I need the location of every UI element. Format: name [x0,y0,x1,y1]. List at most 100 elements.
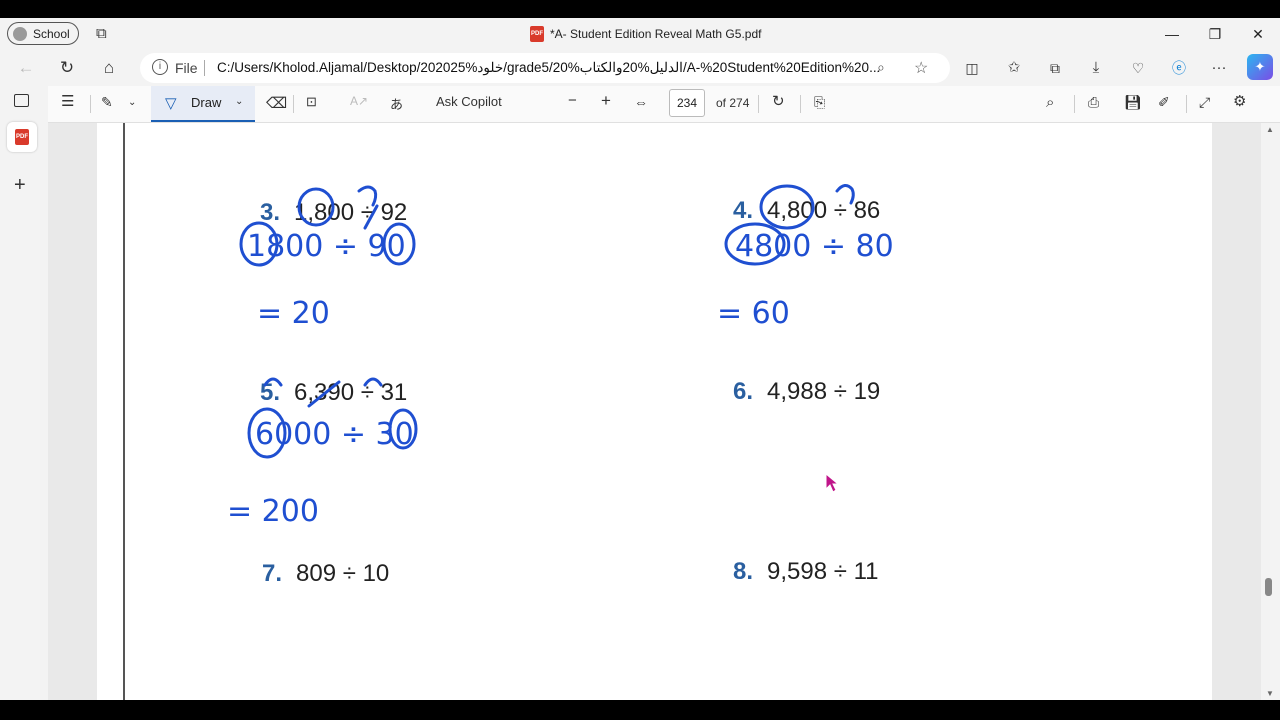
favorites-icon[interactable]: ✩ [1002,56,1026,80]
divider [758,95,759,113]
draw-button[interactable]: ▽ Draw ⌄ [151,86,255,122]
edge-icon[interactable]: ⓔ [1167,56,1191,80]
problem-expression: 4,800 ÷ 86 [767,197,881,224]
text-box-icon[interactable]: ⊡ [306,94,317,110]
scroll-up-icon[interactable]: ▲ [1266,125,1274,134]
divider [800,95,801,113]
refresh-icon[interactable]: ↻ [55,56,79,80]
ink-text: = 200 [227,494,319,529]
zoom-in-button[interactable]: + [601,91,611,111]
restore-button[interactable]: ❐ [1205,24,1225,44]
problem-8: 8. 9,598 ÷ 11 [733,558,879,586]
profile-button[interactable]: School [7,22,79,45]
chevron-down-icon[interactable]: ⌄ [235,96,243,107]
problem-5: 5. 6,390 ÷ 31 [260,379,407,407]
print-icon[interactable]: ⎙ [1088,94,1099,111]
avatar [13,26,27,41]
ink-circle [247,407,287,459]
ink-text: 6000 ÷ 30 [255,417,414,452]
read-aloud-icon: A↗ [350,94,369,108]
tab-title: PDF *A- Student Edition Reveal Math G5.p… [530,26,761,42]
settings-gear-icon[interactable]: ⚙ [1233,92,1246,110]
tab-pdf[interactable]: PDF [7,122,37,152]
ask-copilot-button[interactable]: Ask Copilot [436,94,502,109]
close-button[interactable]: ✕ [1248,24,1268,44]
profile-label: School [33,26,70,41]
pdf-toolbar: ☰ ✎ ⌄ ▽ Draw ⌄ ⌫ ⊡ A↗ あ Ask Copilot − + … [48,86,1280,123]
pen-icon: ▽ [165,95,177,112]
copilot-icon[interactable]: ✦ [1247,54,1273,80]
ink-text: 1800 ÷ 90 [247,229,406,264]
address-bar[interactable]: i File C:/Users/Kholod.Aljamal/Desktop/2… [140,53,950,83]
problem-6: 6. 4,988 ÷ 19 [733,378,880,406]
divider [90,95,91,113]
title-bar: School ⧉ PDF *A- Student Edition Reveal … [0,18,1280,50]
ink-circle [382,222,416,266]
save-as-icon[interactable]: ✐ [1158,94,1170,111]
chevron-down-icon[interactable]: ⌄ [128,97,136,108]
divider [1186,95,1187,113]
page-margin-line [123,123,125,700]
problem-expression: 9,598 ÷ 11 [767,558,879,585]
ink-circle [724,222,786,266]
fit-page-icon[interactable]: ⇔ [634,94,648,110]
pdf-page: 3. 1,800 ÷ 92 4. 4,800 ÷ 86 5. 6,390 ÷ 31 6… [97,123,1212,700]
translate-icon[interactable]: あ [390,94,403,113]
divider [204,60,205,76]
minimize-button[interactable]: — [1162,24,1182,44]
ink-circle [388,408,418,450]
back-icon[interactable]: ← [14,56,38,80]
problem-number: 7. [262,560,283,587]
ink-text: = 20 [257,296,330,331]
address-row: ← ↻ ⌂ i File C:/Users/Kholod.Aljamal/Des… [0,50,1280,86]
split-screen-icon[interactable]: ◫ [960,56,984,80]
problem-number: 3. [260,199,281,226]
info-icon[interactable]: i [152,59,168,75]
ink-text: 4800 ÷ 80 [735,229,894,264]
page-total: of 274 [716,96,750,110]
url-text[interactable]: C:/Users/Kholod.Aljamal/Desktop/202025%خ… [217,60,880,76]
save-icon[interactable]: 💾︎ [1124,94,1142,111]
eraser-icon[interactable]: ⌫ [266,94,287,112]
page-number-input[interactable]: 234 [669,89,705,117]
zoom-out-button[interactable]: − [568,92,577,109]
contents-icon[interactable]: ☰ [61,92,74,110]
collections-icon[interactable]: ⧉ [1043,56,1067,80]
new-tab-icon[interactable]: + [14,174,26,197]
page-view-icon[interactable]: ⎘ [814,94,825,111]
cursor-icon [825,473,839,493]
problem-number: 8. [733,558,754,585]
pdf-tab-icon: PDF [15,129,29,145]
browser-window: School ⧉ PDF *A- Student Edition Reveal … [0,18,1280,700]
ink-text: = 60 [717,296,790,331]
favorite-star-icon[interactable]: ☆ [914,58,928,78]
problem-4: 4. 4,800 ÷ 86 [733,197,880,225]
problem-number: 4. [733,197,754,224]
zoom-icon[interactable]: ⌕ [877,59,885,76]
file-label: File [175,60,198,76]
highlight-icon[interactable]: ✎ [101,94,113,111]
tab-actions-icon[interactable] [14,94,29,107]
rotate-icon[interactable]: ↻ [772,92,785,110]
divider [293,95,294,113]
workspaces-icon[interactable]: ⧉ [96,25,107,42]
ink-circle [239,221,279,267]
vertical-scrollbar[interactable]: ▲ ▼ [1262,123,1280,700]
divider [1074,95,1075,113]
fullscreen-icon[interactable]: ⤢ [1199,94,1210,111]
problem-expression: 809 ÷ 10 [296,560,390,587]
problem-3: 3. 1,800 ÷ 92 [260,199,407,227]
problem-expression: 4,988 ÷ 19 [767,378,881,405]
draw-label: Draw [191,95,222,110]
scrollbar-thumb[interactable] [1265,578,1272,596]
more-menu-icon[interactable]: ··· [1207,56,1231,80]
tab-title-text: *A- Student Edition Reveal Math G5.pdf [550,27,762,41]
home-icon[interactable]: ⌂ [97,56,121,80]
problem-expression: 6,390 ÷ 31 [294,379,408,406]
performance-icon[interactable]: ♡ [1126,56,1150,80]
download-icon[interactable]: ⤓ [1084,56,1108,80]
pdf-viewer[interactable]: 3. 1,800 ÷ 92 4. 4,800 ÷ 86 5. 6,390 ÷ 31 6… [48,123,1261,700]
problem-number: 6. [733,378,754,405]
scroll-down-icon[interactable]: ▼ [1266,689,1274,698]
search-icon[interactable]: ⌕ [1046,94,1054,111]
